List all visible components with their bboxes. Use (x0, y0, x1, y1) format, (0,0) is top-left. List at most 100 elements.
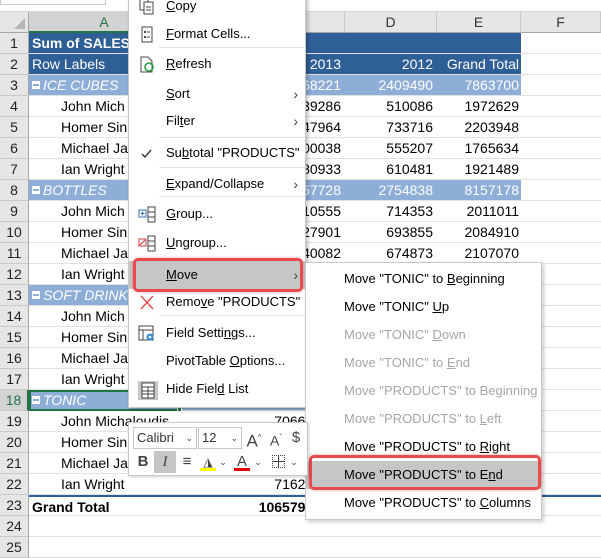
menu-item-format-cells[interactable]: Format Cells... (129, 21, 305, 47)
row-header[interactable]: 20 (0, 432, 29, 453)
value-cell[interactable]: 1921489 (437, 159, 521, 179)
fill-color-button[interactable]: ◮ (199, 451, 217, 473)
fill-color-dropdown[interactable]: ⌄ (218, 451, 228, 473)
row-header[interactable]: 16 (0, 348, 29, 369)
row-header[interactable]: 10 (0, 222, 29, 243)
value-cell[interactable]: 2012 (345, 54, 437, 74)
value-cell[interactable]: 2203948 (437, 117, 521, 137)
borders-button[interactable] (269, 451, 287, 473)
value-cell[interactable]: 2107070 (437, 243, 521, 263)
value-cell[interactable]: 510086 (345, 96, 437, 116)
row-header[interactable]: 11 (0, 243, 29, 264)
menu-item-group[interactable]: Group... (129, 201, 305, 227)
menu-item-label: Fil (166, 113, 180, 128)
table-row: John Mich 710555 714353 2011011 (29, 201, 601, 222)
menu-item-label: opy (175, 0, 197, 13)
submenu-item-move-tonic-up[interactable]: Move "TONIC" Up (306, 293, 541, 321)
row-header[interactable]: 4 (0, 96, 29, 117)
submenu-item-move-tonic-to-beginning[interactable]: Move "TONIC" to Beginning (306, 265, 541, 293)
menu-item-field-settings[interactable]: Field Settings... (129, 320, 305, 346)
value-cell[interactable]: 733716 (345, 117, 437, 137)
row-header[interactable]: 22 (0, 474, 29, 495)
row-label-text: Sum of SALES (32, 35, 131, 51)
value-cell[interactable]: 714353 (345, 201, 437, 221)
collapse-minus-icon[interactable] (32, 81, 40, 90)
submenu-item-move-products-to-columns[interactable]: Move "PRODUCTS" to Columns (306, 489, 541, 517)
value-cell[interactable]: 674873 (345, 243, 437, 263)
menu-item-sort[interactable]: Sort › (129, 81, 305, 107)
increase-font-size-button[interactable]: A^ (244, 427, 264, 451)
decrease-font-size-button[interactable]: Aˇ (266, 427, 286, 449)
row-header[interactable]: 8 (0, 180, 29, 201)
font-color-dropdown[interactable]: ⌄ (253, 451, 263, 473)
row-header[interactable]: 13 (0, 285, 29, 306)
menu-item-label: PivotTable (166, 353, 230, 368)
currency-format-button[interactable]: $ (288, 427, 304, 449)
row-header[interactable]: 14 (0, 306, 29, 327)
value-cell[interactable]: 2409490 (345, 75, 437, 95)
menu-item-ungroup[interactable]: Ungroup... (129, 230, 305, 256)
menu-item-copy[interactable]: Copy (129, 0, 305, 19)
row-header[interactable]: 2 (0, 54, 29, 75)
value-cell[interactable]: 2754838 (345, 180, 437, 200)
row-header[interactable]: 1 (0, 33, 29, 54)
collapse-minus-icon[interactable] (32, 291, 40, 300)
row-header[interactable]: 15 (0, 327, 29, 348)
value-cell[interactable]: 1972629 (437, 96, 521, 116)
borders-dropdown[interactable]: ⌄ (289, 451, 299, 473)
value-cell[interactable]: 7863700 (437, 75, 521, 95)
align-center-button[interactable]: ≡ (178, 451, 196, 473)
submenu-item-label: Move "TONIC" to (344, 355, 447, 370)
row-header[interactable]: 12 (0, 264, 29, 285)
value-cell[interactable]: Grand Total (437, 54, 521, 74)
chevron-down-icon: ⌄ (185, 433, 193, 443)
row-header[interactable]: 3 (0, 75, 29, 96)
value-cell[interactable] (437, 33, 521, 53)
row-label-text: John Mich (61, 98, 125, 114)
value-cell[interactable]: 1765634 (437, 138, 521, 158)
row-header[interactable]: 21 (0, 453, 29, 474)
italic-button[interactable]: I (154, 451, 176, 473)
row-header[interactable]: 6 (0, 138, 29, 159)
submenu-item-label: Move "PRODUCTS" to (344, 411, 480, 426)
row-header[interactable]: 23 (0, 495, 29, 516)
value-cell[interactable] (345, 33, 437, 53)
select-all-button[interactable] (0, 12, 29, 33)
row-header[interactable]: 18 (0, 390, 29, 411)
submenu-item-label: own (441, 327, 466, 342)
column-header-e[interactable]: E (437, 12, 521, 33)
menu-item-pivottable-options[interactable]: PivotTable Options... (129, 348, 305, 374)
row-header[interactable]: 17 (0, 369, 29, 390)
font-size-dropdown[interactable]: 12 ⌄ (198, 427, 242, 449)
menu-item-expand-collapse[interactable]: Expand/Collapse › (129, 171, 305, 197)
name-box[interactable] (0, 0, 106, 5)
row-header[interactable]: 9 (0, 201, 29, 222)
menu-item-hide-field-list[interactable]: Hide Field List (129, 376, 305, 402)
font-name-dropdown[interactable]: Calibri ⌄ (133, 427, 197, 449)
column-header-d[interactable]: D (345, 12, 437, 33)
value-cell[interactable]: 2011011 (437, 201, 521, 221)
menu-item-remove-products[interactable]: Remove "PRODUCTS" (129, 289, 305, 315)
column-header-f[interactable]: F (521, 12, 601, 33)
value-cell[interactable]: 693855 (345, 222, 437, 242)
value-cell[interactable]: 8157178 (437, 180, 521, 200)
font-color-button[interactable]: A (233, 451, 251, 473)
row-header[interactable]: 25 (0, 537, 29, 558)
value-cell[interactable]: 610481 (345, 159, 437, 179)
row-header[interactable]: 24 (0, 516, 29, 537)
row-label-cell[interactable] (29, 516, 253, 536)
menu-item-label: ormat Cells... (173, 26, 251, 41)
row-header[interactable]: 19 (0, 411, 29, 432)
row-header[interactable]: 7 (0, 159, 29, 180)
row-label-cell[interactable] (29, 537, 253, 557)
collapse-minus-icon[interactable] (32, 186, 40, 195)
row-header[interactable]: 5 (0, 117, 29, 138)
bold-button[interactable]: B (134, 451, 152, 473)
menu-item-subtotal-products[interactable]: Subtotal "PRODUCTS" (129, 140, 305, 166)
value-cell[interactable]: 555207 (345, 138, 437, 158)
value-cell[interactable]: 2084910 (437, 222, 521, 242)
menu-item-label: Remo (166, 294, 201, 309)
row-label-text: BOTTLES (43, 182, 107, 198)
menu-item-filter[interactable]: Filter › (129, 108, 305, 134)
menu-item-refresh[interactable]: Refresh (129, 51, 305, 77)
